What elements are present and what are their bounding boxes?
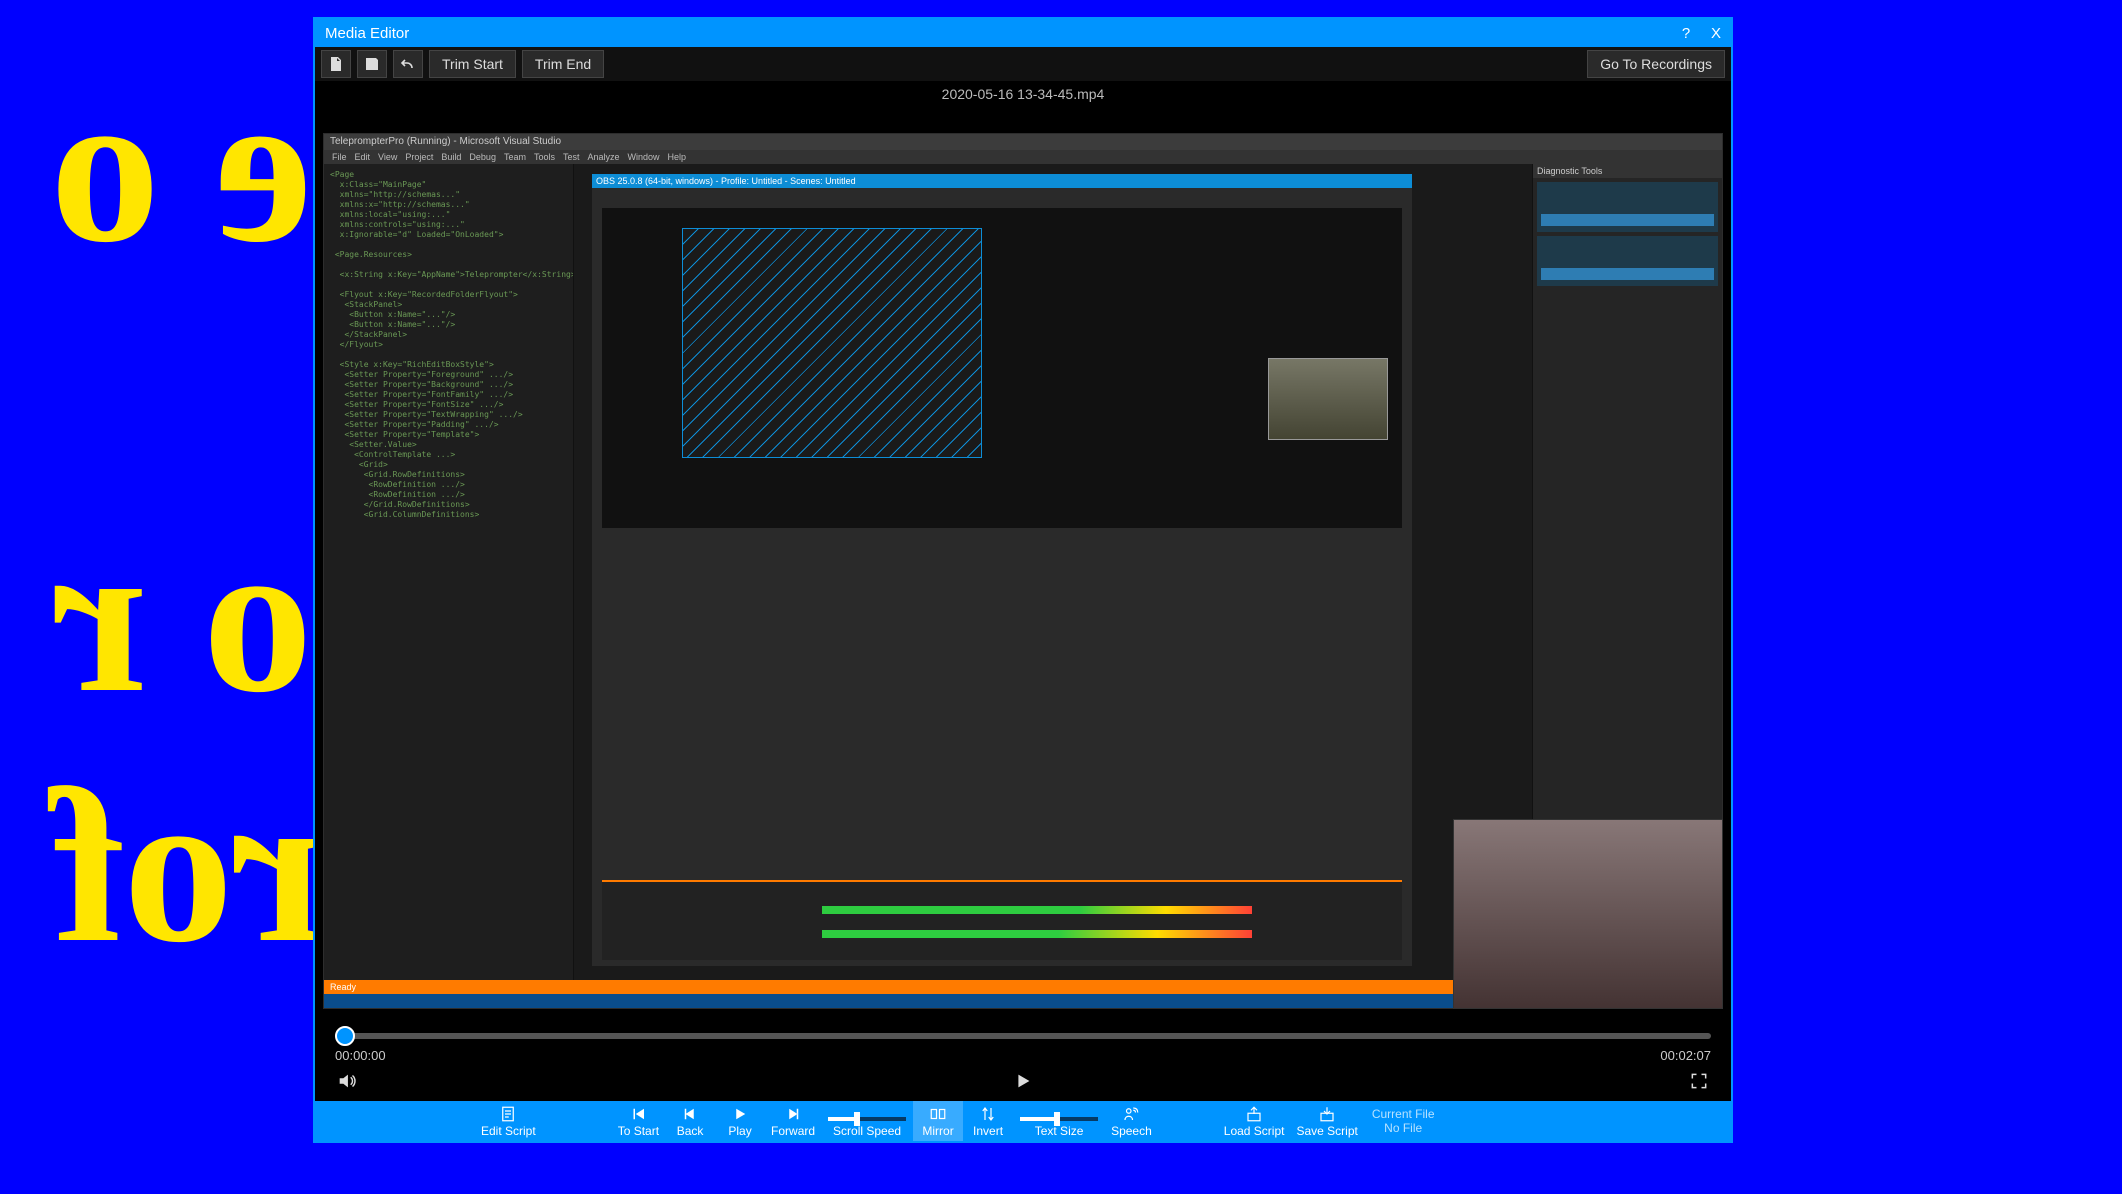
vs-titlebar: TeleprompterPro (Running) - Microsoft Vi… <box>324 134 1722 150</box>
vs-menu-item: Window <box>628 152 660 162</box>
vs-menubar: File Edit View Project Build Debug Team … <box>324 150 1722 164</box>
total-time-label: 00:02:07 <box>1660 1048 1711 1063</box>
trim-end-button[interactable]: Trim End <box>522 50 604 78</box>
fullscreen-icon[interactable] <box>1685 1067 1713 1095</box>
obs-webcam-thumbnail <box>1268 358 1388 440</box>
back-button[interactable]: Back <box>665 1101 715 1141</box>
seek-bar-row: 00:00:00 00:02:07 <box>315 1017 1731 1065</box>
to-start-label: To Start <box>618 1124 659 1138</box>
current-file-value: No File <box>1384 1121 1422 1135</box>
vs-designer-area: OBS 25.0.8 (64-bit, windows) - Profile: … <box>574 164 1532 980</box>
forward-label: Forward <box>771 1124 815 1138</box>
bottom-dock: Edit Script To Start Back Play For <box>315 1101 1731 1141</box>
obs-mixer-panel <box>602 880 1402 960</box>
to-start-button[interactable]: To Start <box>612 1101 665 1141</box>
scroll-speed-slider[interactable]: Scroll Speed <box>821 1112 913 1141</box>
vs-menu-item: File <box>332 152 347 162</box>
edit-script-label: Edit Script <box>481 1124 536 1138</box>
step-back-icon <box>681 1105 699 1123</box>
invert-icon <box>979 1105 997 1123</box>
mirror-label: Mirror <box>922 1124 953 1138</box>
vs-menu-item: Test <box>563 152 580 162</box>
vs-menu-item: Analyze <box>588 152 620 162</box>
window-title: Media Editor <box>315 25 1671 42</box>
volume-icon[interactable] <box>333 1067 361 1095</box>
skip-start-icon <box>629 1105 647 1123</box>
current-file-readout: Current File No File <box>1364 1101 1443 1141</box>
back-label: Back <box>677 1124 704 1138</box>
current-time-label: 00:00:00 <box>335 1048 386 1063</box>
save-script-button[interactable]: Save Script <box>1290 1101 1363 1141</box>
vs-menu-item: Debug <box>469 152 496 162</box>
vs-menu-item: Project <box>405 152 433 162</box>
obs-window: OBS 25.0.8 (64-bit, windows) - Profile: … <box>592 174 1412 966</box>
vs-menu-item: Edit <box>355 152 371 162</box>
obs-titlebar: OBS 25.0.8 (64-bit, windows) - Profile: … <box>592 174 1412 188</box>
cpu-graph-icon <box>1537 236 1718 286</box>
vs-menu-item: View <box>378 152 397 162</box>
close-button[interactable]: X <box>1701 19 1731 47</box>
recursive-preview-icon <box>682 228 982 458</box>
memory-graph-icon <box>1537 182 1718 232</box>
load-script-button[interactable]: Load Script <box>1218 1101 1291 1141</box>
play-button[interactable] <box>1009 1067 1037 1095</box>
save-icon[interactable] <box>357 50 387 78</box>
vs-menu-item: Tools <box>534 152 555 162</box>
obs-preview <box>602 208 1402 528</box>
dock-play-button[interactable]: Play <box>715 1101 765 1141</box>
audio-meter-icon <box>822 930 1252 938</box>
upload-icon <box>1245 1105 1263 1123</box>
step-forward-icon <box>784 1105 802 1123</box>
vs-menu-item: Build <box>441 152 461 162</box>
diagnostics-header: Diagnostic Tools <box>1533 164 1722 178</box>
invert-button[interactable]: Invert <box>963 1101 1013 1141</box>
vs-menu-item: Help <box>668 152 687 162</box>
edit-icon <box>499 1105 517 1123</box>
text-size-slider[interactable]: Text Size <box>1013 1112 1105 1141</box>
edit-script-button[interactable]: Edit Script <box>475 1101 542 1141</box>
mirror-button[interactable]: Mirror <box>913 1101 963 1141</box>
go-to-recordings-button[interactable]: Go To Recordings <box>1587 50 1725 78</box>
vs-menu-item: Team <box>504 152 526 162</box>
seek-track[interactable] <box>335 1033 1711 1039</box>
download-icon <box>1318 1105 1336 1123</box>
invert-label: Invert <box>973 1124 1003 1138</box>
load-script-label: Load Script <box>1224 1124 1285 1138</box>
audio-meter-icon <box>822 906 1252 914</box>
trim-start-button[interactable]: Trim Start <box>429 50 516 78</box>
new-file-icon[interactable] <box>321 50 351 78</box>
slider-thumb-icon[interactable] <box>854 1112 860 1126</box>
toolbar: Trim Start Trim End Go To Recordings <box>315 47 1731 81</box>
play-icon <box>731 1105 749 1123</box>
vs-code-editor: <Page x:Class="MainPage" xmlns="http://s… <box>324 164 574 980</box>
help-button[interactable]: ? <box>1671 19 1701 47</box>
titlebar[interactable]: Media Editor ? X <box>315 19 1731 47</box>
scroll-speed-label: Scroll Speed <box>833 1124 901 1138</box>
speech-icon <box>1122 1105 1140 1123</box>
play-label: Play <box>728 1124 751 1138</box>
media-editor-window: Media Editor ? X Trim Start Trim End Go … <box>313 17 1733 1143</box>
playback-controls <box>315 1065 1731 1101</box>
save-script-label: Save Script <box>1296 1124 1357 1138</box>
video-preview: TeleprompterPro (Running) - Microsoft Vi… <box>315 107 1731 1017</box>
speech-label: Speech <box>1111 1124 1152 1138</box>
current-file-caption: Current File <box>1372 1107 1435 1121</box>
webcam-overlay <box>1453 819 1723 1009</box>
slider-thumb-icon[interactable] <box>1054 1112 1060 1126</box>
forward-button[interactable]: Forward <box>765 1101 821 1141</box>
speech-button[interactable]: Speech <box>1105 1101 1158 1141</box>
mirror-icon <box>929 1105 947 1123</box>
undo-icon[interactable] <box>393 50 423 78</box>
seek-thumb[interactable] <box>335 1026 355 1046</box>
filename-label: 2020-05-16 13-34-45.mp4 <box>315 81 1731 107</box>
text-size-label: Text Size <box>1035 1124 1084 1138</box>
